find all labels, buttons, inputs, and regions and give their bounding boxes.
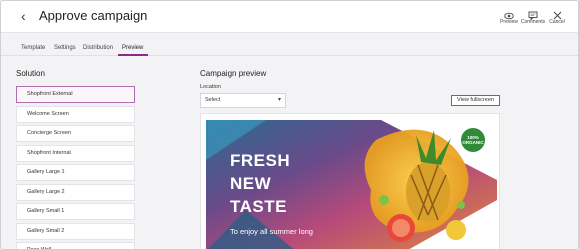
header-bar: ‹ Approve campaign Preview Comments Canc… (1, 1, 578, 33)
organic-badge: 100% ORGANIC (461, 128, 485, 152)
solution-item-pass-wall[interactable]: Pass Wall (16, 242, 135, 249)
app-window: ‹ Approve campaign Preview Comments Canc… (0, 0, 579, 250)
caret-down-icon: ▾ (277, 97, 281, 103)
solution-item-gallery-large-2[interactable]: Gallery Large 2 (16, 184, 135, 201)
tab-template[interactable]: Template (21, 45, 45, 51)
campaign-preview-heading: Campaign preview (200, 69, 267, 78)
banner-subtitle: To enjoy all summer long (230, 227, 313, 236)
solution-item-shopfront-external[interactable]: Shopfront External (16, 86, 135, 103)
location-select[interactable]: Select ▾ (200, 93, 286, 108)
active-tab-indicator (118, 54, 148, 56)
tab-settings[interactable]: Settings (54, 45, 76, 51)
location-label: Location (200, 84, 221, 90)
location-select-value: Select (205, 97, 221, 103)
solution-item-welcome-screen[interactable]: Welcome Screen (16, 106, 135, 123)
solution-heading: Solution (16, 69, 45, 78)
view-fullscreen-button[interactable]: View fullscreen (451, 95, 500, 106)
banner-headline-line-2: NEW (230, 174, 272, 193)
solution-item-gallery-small-2[interactable]: Gallery Small 2 (16, 223, 135, 240)
solution-item-concierge-screen[interactable]: Concierge Screen (16, 125, 135, 142)
cancel-label: Cancel (549, 19, 565, 25)
close-icon (542, 7, 572, 20)
solution-item-gallery-large-1[interactable]: Gallery Large 1 (16, 164, 135, 181)
solution-item-gallery-small-1[interactable]: Gallery Small 1 (16, 203, 135, 220)
banner-headline-line-3: TASTE (230, 197, 287, 216)
back-arrow-icon[interactable]: ‹ (21, 8, 26, 24)
tab-preview[interactable]: Preview (122, 45, 143, 51)
banner-headline-line-1: FRESH (230, 151, 291, 170)
page-title: Approve campaign (39, 8, 148, 23)
cancel-button[interactable]: Cancel (542, 7, 572, 25)
tab-distribution[interactable]: Distribution (83, 45, 113, 51)
tab-bar: Template Settings Distribution Preview (1, 33, 578, 56)
solution-item-shopfront-internal[interactable]: Shopfront Internal (16, 145, 135, 162)
